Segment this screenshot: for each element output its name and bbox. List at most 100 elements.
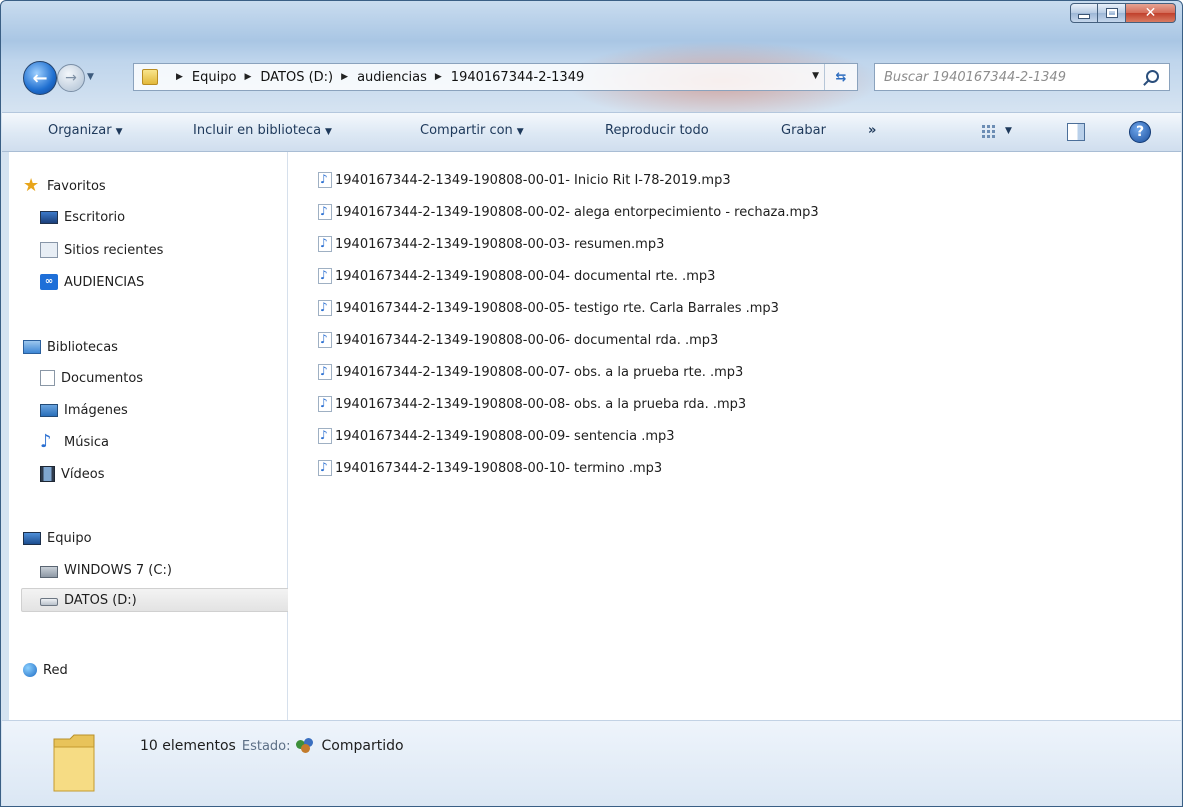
list-item[interactable]: 1940167344-2-1349-190808-00-08- obs. a l… (318, 392, 746, 416)
burn-label: Grabar (781, 123, 826, 138)
file-name: 1940167344-2-1349-190808-00-07- obs. a l… (335, 364, 744, 380)
libraries-icon (23, 340, 41, 354)
chevron-down-icon: ▼ (115, 127, 123, 137)
list-item[interactable]: 1940167344-2-1349-190808-00-03- resumen.… (318, 232, 664, 256)
preview-pane-icon[interactable] (1067, 123, 1085, 141)
address-bar[interactable]: ▶ Equipo ▶ DATOS (D:) ▶ audiencias ▶ 194… (133, 63, 858, 91)
audio-file-icon (318, 204, 332, 220)
sidebar-item-label: Documentos (61, 370, 144, 386)
search-icon[interactable] (1146, 70, 1159, 83)
recent-places-icon (40, 242, 58, 258)
audio-file-icon (318, 172, 332, 188)
sidebar-item-audiencias[interactable]: ∞ AUDIENCIAS (40, 270, 318, 294)
audio-file-icon (318, 300, 332, 316)
drive-icon (40, 598, 58, 606)
breadcrumb-audiencias[interactable]: audiencias (357, 70, 427, 85)
include-library-button[interactable]: Incluir en biblioteca ▼ (193, 123, 332, 138)
list-item[interactable]: 1940167344-2-1349-190808-00-09- sentenci… (318, 424, 675, 448)
back-button[interactable]: ← (23, 61, 57, 95)
burn-button[interactable]: Grabar (781, 123, 826, 138)
network-icon (23, 663, 37, 677)
large-folder-icon (53, 734, 95, 792)
play-all-label: Reproducir todo (605, 123, 709, 138)
sidebar-item-favorites[interactable]: ★ Favoritos (23, 174, 301, 198)
sidebar-item-label: DATOS (D:) (64, 592, 137, 608)
system-drive-icon (40, 566, 58, 578)
sidebar-item-escritorio[interactable]: Escritorio (40, 205, 318, 229)
sidebar-item-label: Equipo (47, 530, 92, 546)
documents-icon (40, 370, 55, 386)
list-item[interactable]: 1940167344-2-1349-190808-00-07- obs. a l… (318, 360, 743, 384)
sidebar-item-label: WINDOWS 7 (C:) (64, 562, 172, 578)
sidebar-item-musica[interactable]: ♪ Música (40, 430, 318, 454)
chevron-right-icon[interactable]: ▶ (341, 72, 348, 82)
navigation-bar: ← → ▼ ▶ Equipo ▶ DATOS (D:) ▶ audiencias… (1, 59, 1182, 95)
breadcrumb-current-folder[interactable]: 1940167344-2-1349 (451, 70, 584, 85)
breadcrumb-equipo[interactable]: Equipo (192, 70, 237, 85)
list-item[interactable]: 1940167344-2-1349-190808-00-01- Inicio R… (318, 168, 731, 192)
sidebar-item-label: Red (43, 662, 68, 678)
maximize-icon (1105, 8, 1118, 18)
sidebar-item-label: Escritorio (64, 209, 126, 225)
audio-file-icon (318, 332, 332, 348)
help-icon[interactable]: ? (1129, 121, 1151, 143)
audio-file-icon (318, 236, 332, 252)
more-commands-button[interactable]: » (868, 123, 876, 138)
sidebar-item-label: Bibliotecas (47, 339, 118, 355)
maximize-button[interactable] (1098, 3, 1126, 23)
list-item[interactable]: 1940167344-2-1349-190808-00-10- termino … (318, 456, 662, 480)
audio-file-icon (318, 460, 332, 476)
minimize-button[interactable] (1070, 3, 1098, 23)
list-item[interactable]: 1940167344-2-1349-190808-00-04- document… (318, 264, 715, 288)
breadcrumb-datos[interactable]: DATOS (D:) (260, 70, 333, 85)
sidebar-item-windows7-drive[interactable]: WINDOWS 7 (C:) (40, 558, 318, 582)
audio-file-icon (318, 396, 332, 412)
chevron-right-icon[interactable]: ▶ (435, 72, 442, 82)
list-item[interactable]: 1940167344-2-1349-190808-00-02- alega en… (318, 200, 819, 224)
change-view-icon[interactable] (982, 125, 998, 139)
file-name: 1940167344-2-1349-190808-00-03- resumen.… (335, 236, 665, 252)
more-commands-label: » (868, 123, 877, 138)
close-button[interactable]: ✕ (1126, 3, 1176, 23)
title-bar[interactable]: ✕ (1, 1, 1182, 47)
forward-button[interactable]: → (57, 64, 85, 92)
view-options-dropdown-icon[interactable]: ▼ (1005, 126, 1012, 136)
sidebar-item-imagenes[interactable]: Imágenes (40, 398, 318, 422)
sidebar-item-equipo[interactable]: Equipo (23, 526, 301, 550)
include-library-label: Incluir en biblioteca (193, 123, 322, 138)
play-all-button[interactable]: Reproducir todo (605, 123, 709, 138)
chevron-right-icon[interactable]: ▶ (176, 72, 183, 82)
sidebar-item-documentos[interactable]: Documentos (40, 366, 318, 390)
list-item[interactable]: 1940167344-2-1349-190808-00-06- document… (318, 328, 718, 352)
file-name: 1940167344-2-1349-190808-00-10- termino … (335, 460, 663, 476)
sidebar-item-label: Favoritos (47, 178, 106, 194)
videos-icon (40, 466, 55, 482)
sidebar-item-label: Imágenes (64, 402, 128, 418)
sidebar-item-sitios-recientes[interactable]: Sitios recientes (40, 238, 318, 262)
item-count: 10 elementos (140, 738, 236, 754)
desktop-icon (40, 210, 58, 224)
sidebar-item-videos[interactable]: Vídeos (40, 462, 318, 486)
folder-icon (142, 69, 158, 85)
sidebar-item-datos-drive[interactable]: DATOS (D:) (21, 588, 295, 612)
file-name: 1940167344-2-1349-190808-00-02- alega en… (335, 204, 819, 220)
shared-users-icon (295, 738, 316, 754)
list-item[interactable]: 1940167344-2-1349-190808-00-05- testigo … (318, 296, 779, 320)
file-name: 1940167344-2-1349-190808-00-06- document… (335, 332, 719, 348)
command-toolbar: Organizar ▼ Incluir en biblioteca ▼ Compar… (2, 112, 1181, 152)
chevron-right-icon[interactable]: ▶ (244, 72, 251, 82)
audio-file-icon (318, 428, 332, 444)
sidebar-item-bibliotecas[interactable]: Bibliotecas (23, 335, 301, 359)
organize-button[interactable]: Organizar ▼ (48, 123, 122, 138)
navigation-pane: ★ Favoritos Escritorio Sitios recientes … (9, 152, 295, 720)
address-dropdown-icon[interactable]: ▼ (812, 71, 819, 81)
organize-label: Organizar (48, 123, 112, 138)
refresh-icon: ⇆ (835, 69, 847, 85)
share-with-button[interactable]: Compartir con ▼ (420, 123, 524, 138)
refresh-button[interactable]: ⇆ (824, 64, 857, 90)
file-name: 1940167344-2-1349-190808-00-09- sentenci… (335, 428, 675, 444)
music-icon: ♪ (40, 431, 52, 452)
search-input[interactable]: Buscar 1940167344-2-1349 (874, 63, 1170, 91)
recent-pages-dropdown[interactable]: ▼ (87, 72, 94, 82)
sidebar-item-red[interactable]: Red (23, 658, 301, 682)
